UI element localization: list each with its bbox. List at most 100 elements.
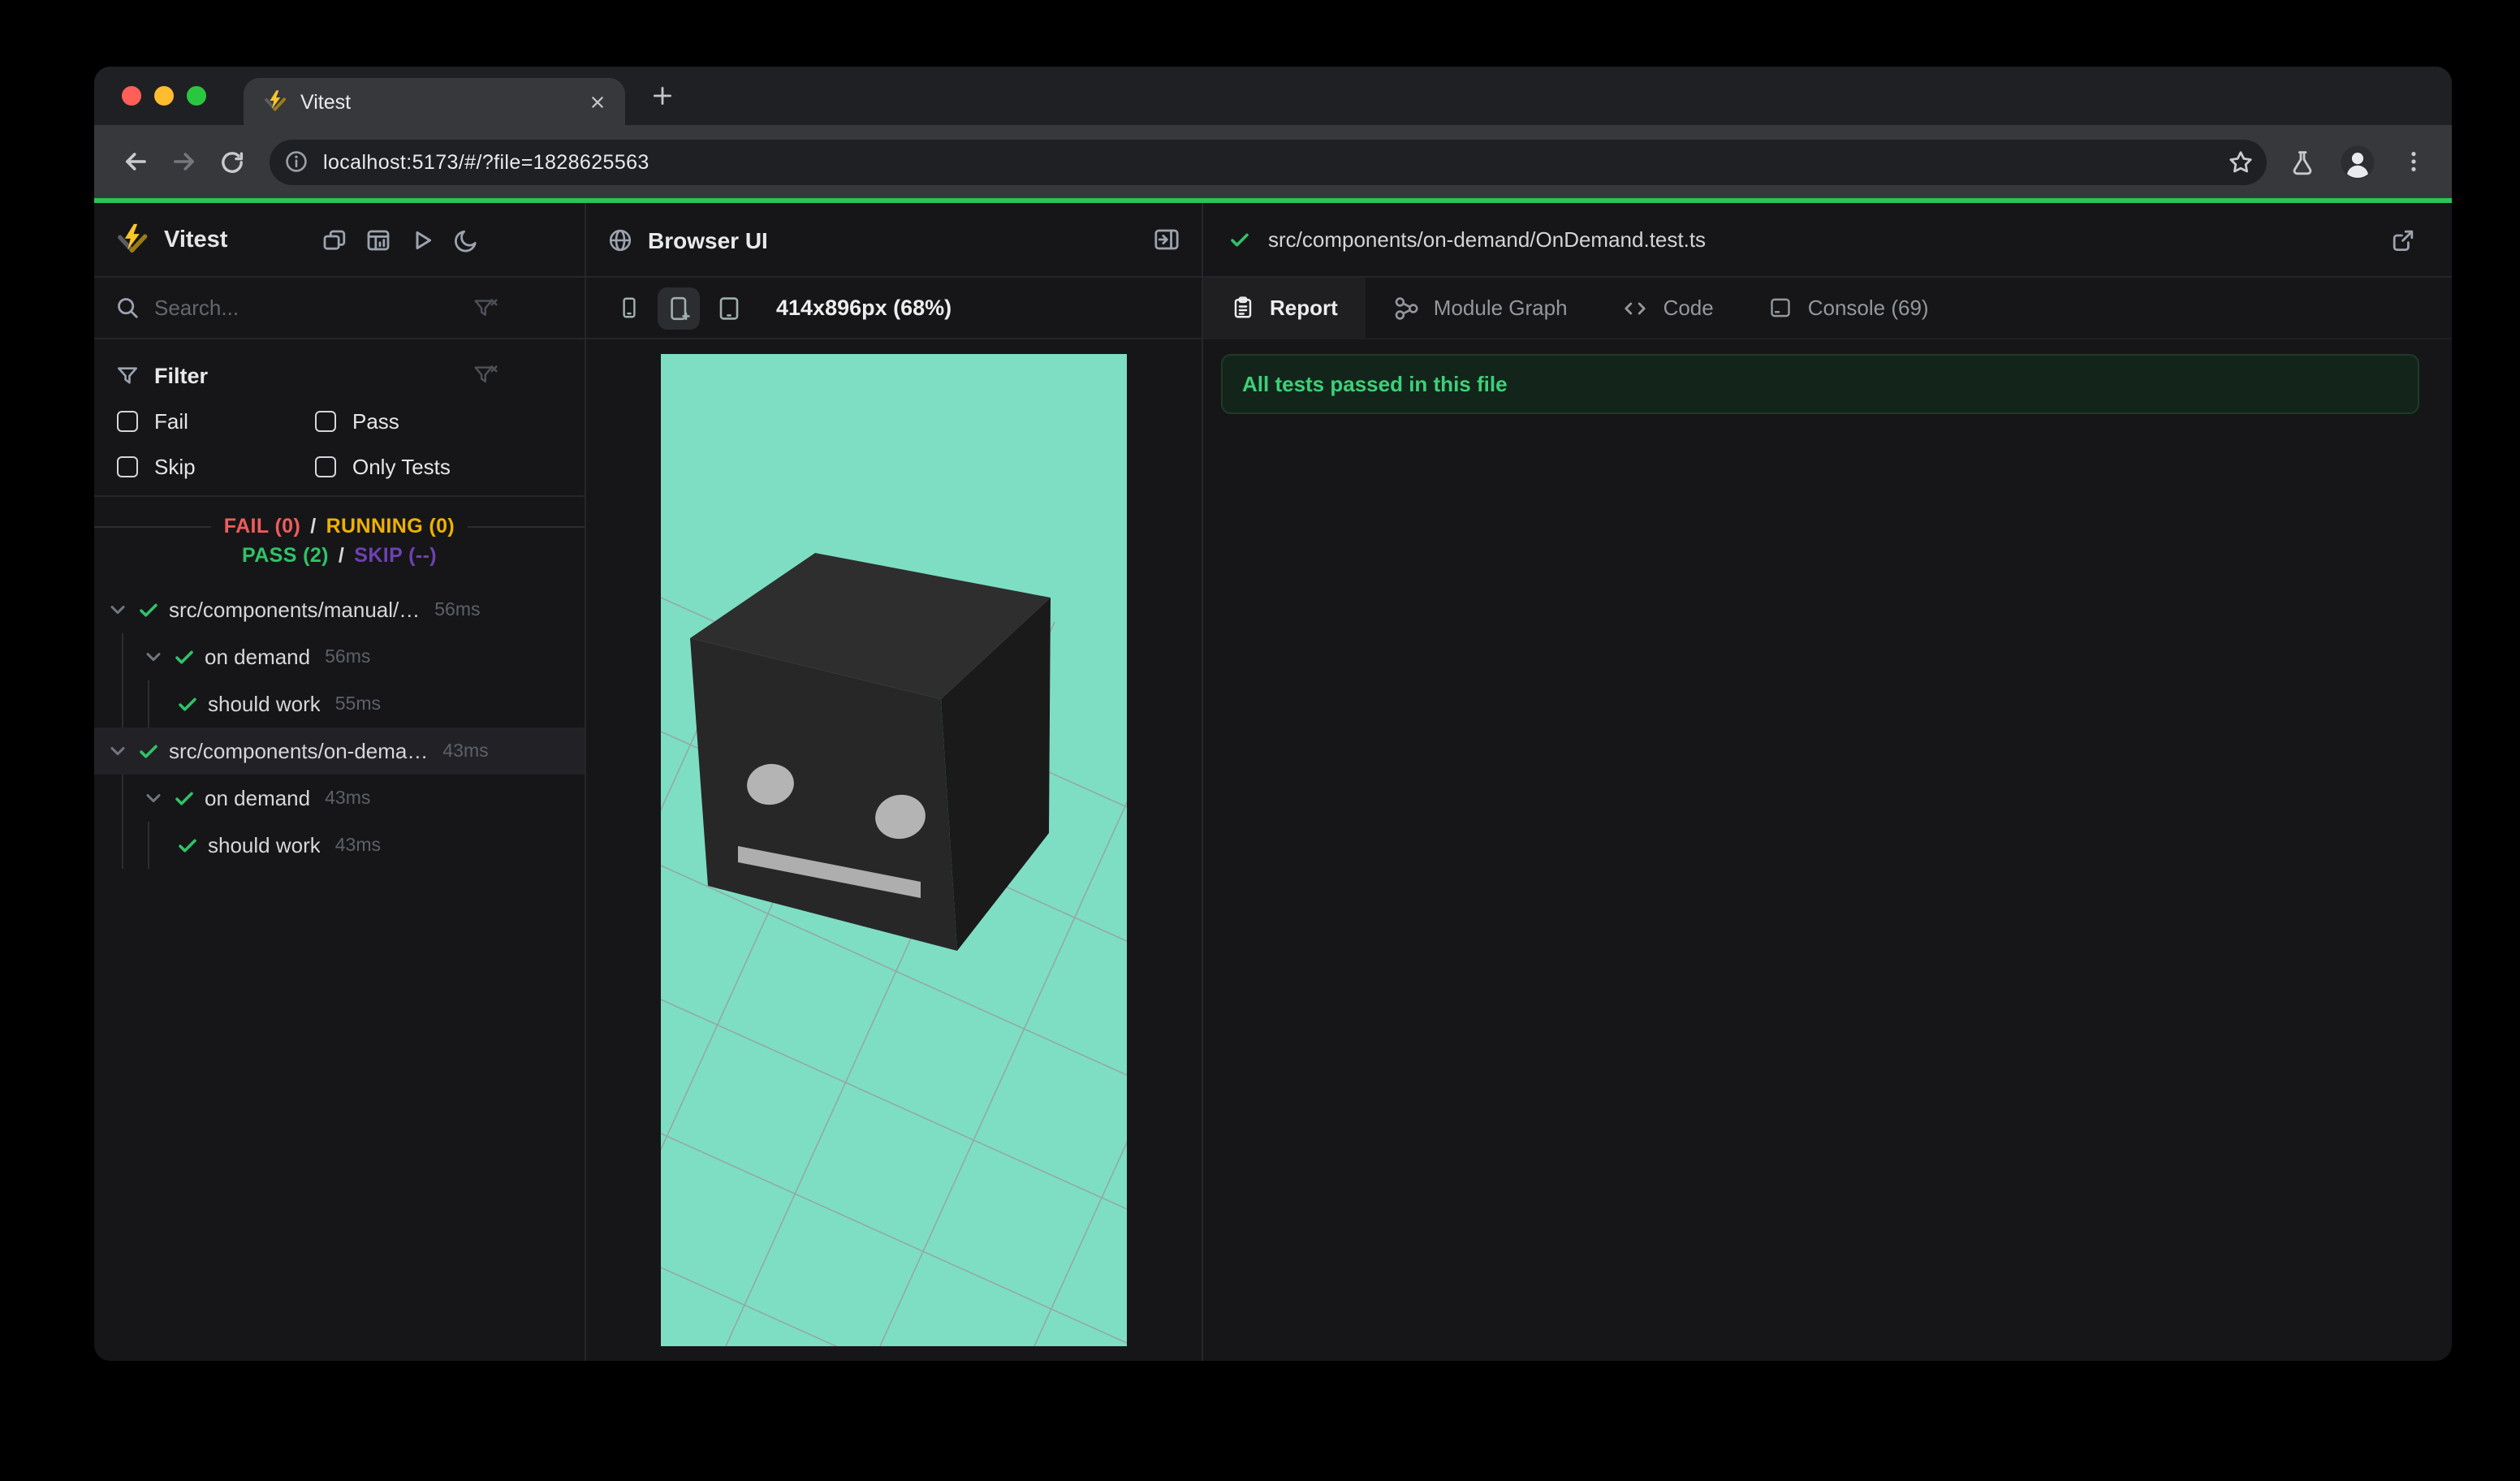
panels-icon[interactable] [321,227,347,253]
check-icon [172,786,196,810]
check-icon [172,645,196,669]
fail-count: FAIL (0) [223,515,301,538]
skip-count: SKIP (--) [354,544,438,567]
check-icon [136,739,161,763]
forward-button[interactable] [159,137,208,186]
panel-right-icon[interactable] [1153,226,1180,253]
duration-badge: 43ms [442,741,489,761]
chevron-down-icon[interactable] [143,788,164,809]
duration-badge: 43ms [334,835,381,855]
viewport-size-label: 414x896px (68%) [776,296,952,320]
external-link-icon[interactable] [2390,227,2416,253]
report-tabs: Report Module Graph Code Console (69) [1203,278,2452,339]
panel-title: Browser UI [648,227,768,253]
tab-report[interactable]: Report [1203,278,1366,338]
chevron-down-icon[interactable] [107,599,128,620]
zoom-window-button[interactable] [187,86,206,106]
search-icon [115,296,140,320]
code-icon [1625,301,1646,314]
checkbox-icon[interactable] [315,411,336,432]
sidebar-header: Vitest [94,203,585,278]
run-all-icon[interactable] [409,227,435,253]
robot-cube [690,553,1051,951]
minimize-window-button[interactable] [154,86,174,106]
checkbox-icon[interactable] [117,411,138,432]
tree-row-test[interactable]: should work 43ms [94,822,585,869]
tab-close-icon[interactable] [583,87,612,116]
dark-mode-moon-icon[interactable] [453,227,479,253]
check-icon [1228,227,1252,252]
chevron-down-icon[interactable] [143,646,164,667]
tab-console[interactable]: Console (69) [1741,278,1957,338]
chevron-down-icon[interactable] [107,740,128,762]
browser-window: Vitest localhost:5173/#/?file=1828625563… [94,67,2452,1361]
bookmark-star-icon[interactable] [2228,149,2254,175]
url-text[interactable]: localhost:5173/#/?file=1828625563 [323,150,2213,173]
sidebar: Vitest Search... Filter Fail Pass Skip O… [94,203,586,1361]
module-graph-icon [1395,296,1418,319]
back-button[interactable] [110,137,159,186]
filter-title: Filter [154,363,209,387]
duration-badge: 56ms [325,647,371,667]
tree-row-suite[interactable]: on demand 43ms [94,775,585,822]
report-clipboard-icon [1234,296,1252,318]
check-icon [136,598,161,622]
vitest-favicon-icon [263,89,287,114]
device-tablet-button[interactable] [708,287,750,329]
site-info-icon[interactable] [284,149,309,174]
preview-area [586,339,1202,1361]
checkbox-icon[interactable] [315,456,336,477]
clear-search-filter-icon[interactable] [472,295,498,321]
close-window-button[interactable] [122,86,141,106]
tree-row-suite[interactable]: on demand 56ms [94,633,585,680]
console-icon [1771,298,1791,317]
search-row [94,278,585,339]
globe-icon [607,227,633,253]
filter-checkbox-only-tests[interactable]: Only Tests [315,455,563,479]
browser-ui-header: Browser UI [586,203,1202,278]
filter-section: Filter Fail Pass Skip Only Tests [94,339,585,497]
browser-ui-panel: Browser UI 414x896px (68%) [586,203,1203,1361]
address-bar[interactable]: localhost:5173/#/?file=1828625563 [270,139,2267,184]
desktop: Vitest localhost:5173/#/?file=1828625563… [0,0,2520,1481]
pass-count: PASS (2) [241,544,329,567]
app-title: Vitest [164,227,228,253]
experiments-flask-icon[interactable] [2280,139,2325,184]
test-summary: FAIL (0) / RUNNING (0) PASS (2) / SKIP (… [94,497,585,578]
filter-checkbox-pass[interactable]: Pass [315,409,563,434]
filter-funnel-icon [115,363,140,387]
dashboard-icon[interactable] [365,227,391,253]
tab-code[interactable]: Code [1595,278,1741,338]
browser-tab[interactable]: Vitest [244,78,625,125]
search-input[interactable] [154,296,472,320]
tab-title: Vitest [300,90,352,113]
new-tab-button[interactable] [641,75,684,117]
all-tests-passed-banner: All tests passed in this file [1221,354,2419,414]
browser-toolbar: localhost:5173/#/?file=1828625563 [94,125,2452,198]
tab-strip: Vitest [94,67,2452,125]
report-panel: src/components/on-demand/OnDemand.test.t… [1203,203,2452,1361]
filter-checkbox-skip[interactable]: Skip [117,455,315,479]
tree-row-test[interactable]: should work 55ms [94,680,585,728]
toolbar-actions [2280,139,2436,184]
duration-badge: 56ms [434,600,481,620]
reload-button[interactable] [208,137,257,186]
test-tree: src/components/manual/… 56ms on demand 5… [94,578,585,1361]
report-header: src/components/on-demand/OnDemand.test.t… [1203,203,2452,278]
device-phone-small-button[interactable] [607,287,649,329]
checkbox-icon[interactable] [117,456,138,477]
duration-badge: 43ms [325,788,371,808]
profile-avatar[interactable] [2335,139,2380,184]
vitest-ui: Vitest Search... Filter Fail Pass Skip O… [94,203,2452,1361]
device-phone-plus-button[interactable] [658,287,700,329]
filter-checkbox-fail[interactable]: Fail [117,409,315,434]
test-render-iframe[interactable] [661,354,1127,1346]
duration-badge: 55ms [334,694,381,714]
vitest-logo-icon [115,222,149,257]
tab-module-graph[interactable]: Module Graph [1366,278,1595,338]
menu-kebab-icon[interactable] [2390,139,2436,184]
clear-filters-icon[interactable] [472,362,498,388]
device-toolbar: 414x896px (68%) [586,278,1202,339]
tree-row-file[interactable]: src/components/manual/… 56ms [94,586,585,633]
tree-row-file-selected[interactable]: src/components/on-dema… 43ms [94,728,585,775]
